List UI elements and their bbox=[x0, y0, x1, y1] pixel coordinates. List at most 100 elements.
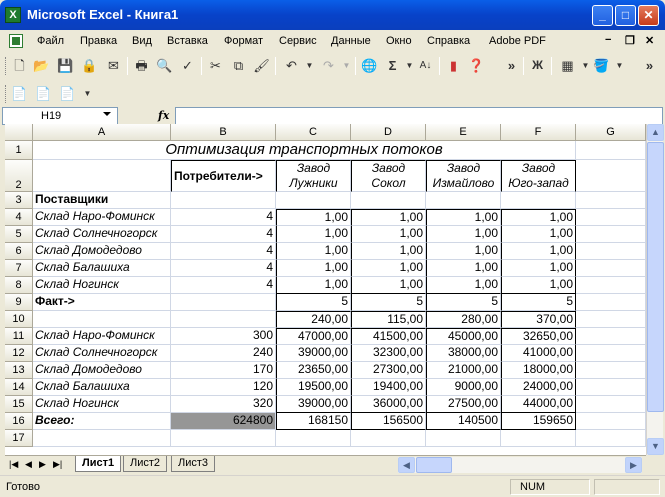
matrix-cell[interactable]: 1,00 bbox=[501, 243, 576, 260]
cell-blank[interactable] bbox=[576, 430, 646, 447]
copy-icon[interactable]: ⧉ bbox=[230, 57, 247, 74]
cell-blank[interactable] bbox=[576, 328, 646, 345]
matrix-cell[interactable]: 1,00 bbox=[276, 243, 351, 260]
fact-value[interactable]: 5 bbox=[276, 294, 351, 311]
matrix-cell[interactable]: 1,00 bbox=[426, 260, 501, 277]
redo-dropdown-icon[interactable]: ▼ bbox=[338, 57, 355, 74]
cell-blank[interactable] bbox=[576, 192, 646, 209]
toolbar-options-icon-2[interactable]: » bbox=[641, 57, 658, 74]
select-all-corner[interactable] bbox=[5, 124, 33, 141]
suppliers-label[interactable]: Поставщики bbox=[33, 192, 171, 209]
matrix-cell[interactable]: 1,00 bbox=[276, 260, 351, 277]
chart-wizard-icon[interactable]: ▮ bbox=[445, 57, 462, 74]
cut-icon[interactable]: ✂ bbox=[207, 57, 224, 74]
warehouse-name[interactable]: Склад Ногинск bbox=[33, 277, 171, 294]
cost-cell[interactable]: 32650,00 bbox=[501, 328, 576, 345]
menu-window[interactable]: Окно bbox=[386, 35, 412, 47]
cell-blank[interactable] bbox=[33, 160, 171, 192]
cost-cell[interactable]: 19500,00 bbox=[276, 379, 351, 396]
row-header-9[interactable]: 9 bbox=[5, 294, 33, 311]
menu-data[interactable]: Данные bbox=[331, 35, 371, 47]
autosum-icon[interactable]: Σ bbox=[384, 57, 401, 74]
scroll-right-icon[interactable]: ▶ bbox=[625, 457, 642, 473]
cell-blank[interactable] bbox=[33, 311, 171, 328]
cost-cell[interactable]: 47000,00 bbox=[276, 328, 351, 345]
cell-blank[interactable] bbox=[576, 209, 646, 226]
cell-blank[interactable] bbox=[171, 192, 276, 209]
matrix-cell[interactable]: 1,00 bbox=[501, 277, 576, 294]
excel-app-icon[interactable]: X bbox=[5, 7, 21, 23]
column-header-d[interactable]: D bbox=[351, 124, 426, 141]
row-header-1[interactable]: 1 bbox=[5, 141, 33, 160]
cost-cell[interactable]: 19400,00 bbox=[351, 379, 426, 396]
borders-icon[interactable]: ▦ bbox=[559, 57, 576, 74]
warehouse-name[interactable]: Склад Солнечногорск bbox=[33, 226, 171, 243]
plant-header-3[interactable]: Завод Измайлово bbox=[426, 160, 501, 192]
bold-icon[interactable]: Ж bbox=[529, 57, 546, 74]
warehouse-name-2[interactable]: Склад Наро-Фоминск bbox=[33, 328, 171, 345]
warehouse-name[interactable]: Склад Домодедово bbox=[33, 243, 171, 260]
menu-format[interactable]: Формат bbox=[224, 35, 263, 47]
maximize-button[interactable]: □ bbox=[615, 5, 636, 26]
email-icon[interactable]: ✉ bbox=[105, 57, 122, 74]
convert-and-email-icon[interactable]: 📄 bbox=[35, 85, 52, 102]
matrix-cell[interactable]: 1,00 bbox=[351, 277, 426, 294]
matrix-cell[interactable]: 1,00 bbox=[351, 260, 426, 277]
menu-insert[interactable]: Вставка bbox=[167, 35, 208, 47]
capacity-value[interactable]: 320 bbox=[171, 396, 276, 413]
matrix-cell[interactable]: 1,00 bbox=[351, 243, 426, 260]
horizontal-scrollbar[interactable]: ◀ ▶ bbox=[398, 457, 642, 473]
column-header-f[interactable]: F bbox=[501, 124, 576, 141]
matrix-cell[interactable]: 1,00 bbox=[426, 226, 501, 243]
matrix-cell[interactable]: 1,00 bbox=[501, 209, 576, 226]
supply-value[interactable]: 4 bbox=[171, 226, 276, 243]
matrix-cell[interactable]: 1,00 bbox=[426, 243, 501, 260]
next-sheet-icon[interactable]: ▶ bbox=[39, 459, 46, 470]
borders-dropdown-icon[interactable]: ▼ bbox=[577, 57, 594, 74]
convert-to-pdf-icon[interactable]: 📄 bbox=[11, 85, 28, 102]
matrix-cell[interactable]: 1,00 bbox=[276, 226, 351, 243]
cell-blank[interactable] bbox=[576, 141, 646, 160]
plant-header-1[interactable]: Завод Лужники bbox=[276, 160, 351, 192]
cost-cell[interactable]: 36000,00 bbox=[351, 396, 426, 413]
row10-value[interactable]: 370,00 bbox=[501, 311, 576, 328]
matrix-cell[interactable]: 1,00 bbox=[351, 226, 426, 243]
doc-minimize-button[interactable]: − bbox=[605, 34, 611, 46]
plant-header-4[interactable]: Завод Юго-запад bbox=[501, 160, 576, 192]
cost-cell[interactable]: 44000,00 bbox=[501, 396, 576, 413]
cell-blank[interactable] bbox=[351, 430, 426, 447]
cell-blank[interactable] bbox=[576, 345, 646, 362]
menu-edit[interactable]: Правка bbox=[80, 35, 117, 47]
cost-cell[interactable]: 32300,00 bbox=[351, 345, 426, 362]
vertical-scrollbar[interactable]: ▲ ▼ bbox=[646, 124, 664, 455]
prev-sheet-icon[interactable]: ◀ bbox=[25, 459, 32, 470]
fact-value[interactable]: 5 bbox=[351, 294, 426, 311]
menu-help[interactable]: Справка bbox=[427, 35, 470, 47]
spelling-icon[interactable]: ✓ bbox=[179, 57, 196, 74]
cell-blank[interactable] bbox=[576, 294, 646, 311]
undo-icon[interactable]: ↶ bbox=[283, 57, 300, 74]
row-header-7[interactable]: 7 bbox=[5, 260, 33, 277]
warehouse-name[interactable]: Склад Балашиха bbox=[33, 260, 171, 277]
new-icon[interactable]: 🗋 bbox=[11, 57, 28, 74]
plant-header-2[interactable]: Завод Сокол bbox=[351, 160, 426, 192]
pdf-options-dropdown-icon[interactable]: ▼ bbox=[79, 85, 96, 102]
row-header-13[interactable]: 13 bbox=[5, 362, 33, 379]
cost-cell[interactable]: 45000,00 bbox=[426, 328, 501, 345]
matrix-cell[interactable]: 1,00 bbox=[276, 209, 351, 226]
row-header-14[interactable]: 14 bbox=[5, 379, 33, 396]
autosum-dropdown-icon[interactable]: ▼ bbox=[401, 57, 418, 74]
cell-blank[interactable] bbox=[351, 192, 426, 209]
toolbar-grip[interactable] bbox=[5, 57, 8, 75]
cost-cell[interactable]: 39000,00 bbox=[276, 396, 351, 413]
print-preview-icon[interactable]: 🔍 bbox=[156, 57, 173, 74]
cell-blank[interactable] bbox=[276, 430, 351, 447]
supply-value[interactable]: 4 bbox=[171, 243, 276, 260]
cost-cell[interactable]: 21000,00 bbox=[426, 362, 501, 379]
cell-blank[interactable] bbox=[501, 430, 576, 447]
toolbar-options-icon[interactable]: » bbox=[503, 57, 520, 74]
warehouse-name-2[interactable]: Склад Ногинск bbox=[33, 396, 171, 413]
workbook-icon[interactable] bbox=[9, 34, 23, 48]
cell-blank[interactable] bbox=[276, 192, 351, 209]
supply-value[interactable]: 4 bbox=[171, 277, 276, 294]
